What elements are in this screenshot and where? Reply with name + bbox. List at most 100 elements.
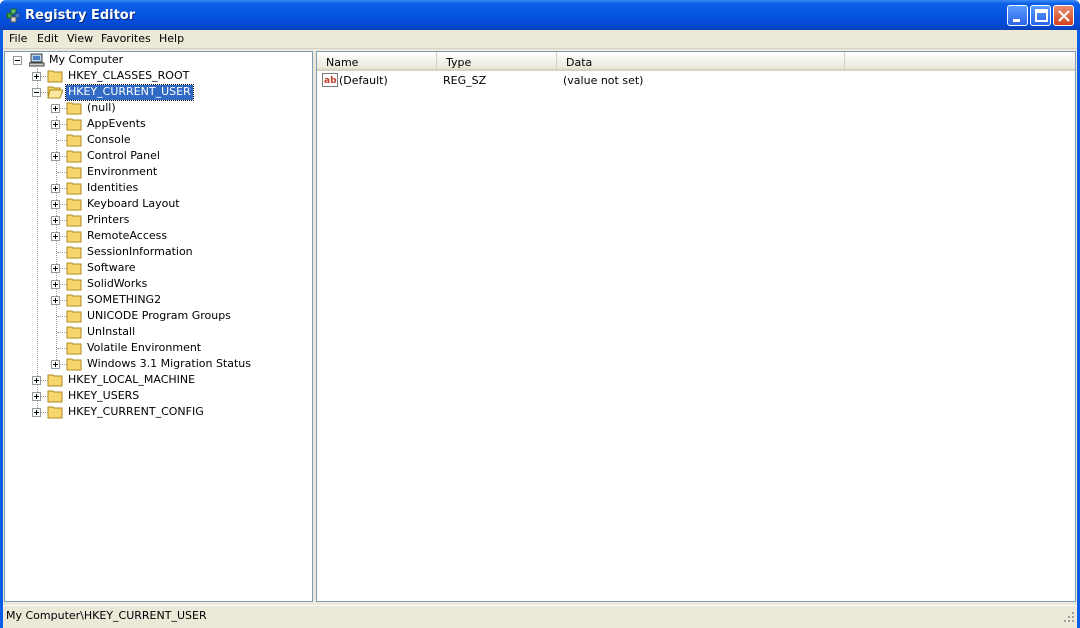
column-header-type[interactable]: Type <box>437 52 557 71</box>
status-path: My Computer\HKEY_CURRENT_USER <box>6 609 207 622</box>
minimize-button[interactable] <box>1007 5 1028 26</box>
tree-node-subkey[interactable]: UNICODE Program Groups <box>5 308 305 324</box>
close-icon <box>1058 10 1070 22</box>
registry-editor-icon <box>6 8 21 23</box>
maximize-icon <box>1035 9 1048 22</box>
value-data: (value not set) <box>563 74 644 87</box>
tree-node-subkey[interactable]: Environment <box>5 164 305 180</box>
tree-node-label: Windows 3.1 Migration Status <box>87 357 252 370</box>
resize-grip-icon[interactable] <box>1063 611 1075 623</box>
folder-icon <box>66 246 82 259</box>
folder-icon <box>47 390 63 403</box>
tree-node-label: Printers <box>87 213 130 226</box>
expand-icon[interactable] <box>51 200 60 209</box>
tree-node-subkey[interactable]: AppEvents <box>5 116 305 132</box>
close-button[interactable] <box>1053 5 1074 26</box>
folder-icon <box>66 198 82 211</box>
menu-edit[interactable]: Edit <box>33 32 62 45</box>
tree-node-label: HKEY_CURRENT_USER <box>65 84 194 101</box>
expand-icon[interactable] <box>51 120 60 129</box>
tree-node-label: HKEY_USERS <box>68 389 140 402</box>
menu-help[interactable]: Help <box>155 32 188 45</box>
window-title: Registry Editor <box>25 8 136 23</box>
folder-icon <box>66 134 82 147</box>
value-name: (Default) <box>339 74 388 87</box>
tree-node-subkey[interactable]: Volatile Environment <box>5 340 305 356</box>
expand-icon[interactable] <box>51 296 60 305</box>
expand-icon[interactable] <box>32 392 41 401</box>
tree-node-subkey[interactable]: (null) <box>5 100 305 116</box>
tree-node-label: SessionInformation <box>87 245 193 258</box>
values-list[interactable]: Name Type Data ab (Default) REG_SZ (valu… <box>316 51 1076 602</box>
expand-icon[interactable] <box>32 376 41 385</box>
expand-icon[interactable] <box>51 360 60 369</box>
tree-node-label: Control Panel <box>87 149 160 162</box>
menu-bar: File Edit View Favorites Help <box>3 30 1077 49</box>
collapse-icon[interactable] <box>13 56 22 65</box>
tree-node-subkey[interactable]: Windows 3.1 Migration Status <box>5 356 305 372</box>
expand-icon[interactable] <box>51 104 60 113</box>
tree-node-label: HKEY_LOCAL_MACHINE <box>68 373 196 386</box>
expand-icon[interactable] <box>32 408 41 417</box>
tree-node-hkey-users[interactable]: HKEY_USERS <box>5 388 305 404</box>
tree-node-label: UNICODE Program Groups <box>87 309 231 322</box>
tree-node-hkey-classes-root[interactable]: HKEY_CLASSES_ROOT <box>5 68 305 84</box>
tree-node-hkey-current-user[interactable]: HKEY_CURRENT_USER <box>5 84 305 101</box>
folder-icon <box>66 310 82 323</box>
registry-tree[interactable]: My Computer HKEY_CLASSES_ROOT HKEY_CURRE… <box>4 51 313 602</box>
tree-node-my-computer[interactable]: My Computer <box>5 52 305 68</box>
status-bar: My Computer\HKEY_CURRENT_USER <box>3 605 1077 625</box>
expand-icon[interactable] <box>51 184 60 193</box>
tree-node-hkey-local-machine[interactable]: HKEY_LOCAL_MACHINE <box>5 372 305 388</box>
menu-view[interactable]: View <box>63 32 97 45</box>
tree-node-hkey-current-config[interactable]: HKEY_CURRENT_CONFIG <box>5 404 305 420</box>
tree-node-label: Keyboard Layout <box>87 197 180 210</box>
expand-icon[interactable] <box>51 232 60 241</box>
tree-node-label: Identities <box>87 181 139 194</box>
folder-icon <box>66 102 82 115</box>
tree-node-subkey[interactable]: Identities <box>5 180 305 196</box>
tree-node-subkey[interactable]: RemoteAccess <box>5 228 305 244</box>
minimize-icon <box>1013 19 1020 22</box>
tree-node-subkey[interactable]: Control Panel <box>5 148 305 164</box>
tree-node-label: SOMETHING2 <box>87 293 162 306</box>
tree-node-subkey[interactable]: Keyboard Layout <box>5 196 305 212</box>
tree-node-label: Software <box>87 261 136 274</box>
tree-node-label: SolidWorks <box>87 277 148 290</box>
collapse-icon[interactable] <box>32 88 41 97</box>
column-header-data[interactable]: Data <box>557 52 845 71</box>
menu-favorites[interactable]: Favorites <box>97 32 155 45</box>
tree-node-label: My Computer <box>49 53 124 66</box>
tree-node-label: HKEY_CURRENT_CONFIG <box>68 405 204 418</box>
tree-node-subkey[interactable]: SOMETHING2 <box>5 292 305 308</box>
tree-node-subkey[interactable]: SolidWorks <box>5 276 305 292</box>
folder-icon <box>66 118 82 131</box>
expand-icon[interactable] <box>51 280 60 289</box>
value-row[interactable]: ab (Default) REG_SZ (value not set) <box>317 72 1075 89</box>
menu-file[interactable]: File <box>5 32 31 45</box>
tree-node-subkey[interactable]: Console <box>5 132 305 148</box>
string-value-icon: ab <box>322 73 338 87</box>
folder-icon <box>66 262 82 275</box>
expand-icon[interactable] <box>51 216 60 225</box>
tree-node-subkey[interactable]: Printers <box>5 212 305 228</box>
tree-node-label: Volatile Environment <box>87 341 202 354</box>
tree-node-subkey[interactable]: Software <box>5 260 305 276</box>
tree-node-label: AppEvents <box>87 117 146 130</box>
folder-icon <box>66 230 82 243</box>
folder-icon <box>66 294 82 307</box>
column-header-name[interactable]: Name <box>317 52 437 71</box>
maximize-button[interactable] <box>1030 5 1051 26</box>
expand-icon[interactable] <box>32 72 41 81</box>
registry-editor-window: Registry Editor File Edit View Favorites… <box>0 0 1080 628</box>
title-bar[interactable]: Registry Editor <box>0 0 1080 30</box>
expand-icon[interactable] <box>51 264 60 273</box>
folder-icon <box>66 182 82 195</box>
tree-node-subkey[interactable]: UnInstall <box>5 324 305 340</box>
folder-icon <box>47 374 63 387</box>
tree-node-label: (null) <box>87 101 116 114</box>
expand-icon[interactable] <box>51 152 60 161</box>
svg-text:ab: ab <box>324 76 337 86</box>
tree-node-subkey[interactable]: SessionInformation <box>5 244 305 260</box>
folder-icon <box>66 214 82 227</box>
